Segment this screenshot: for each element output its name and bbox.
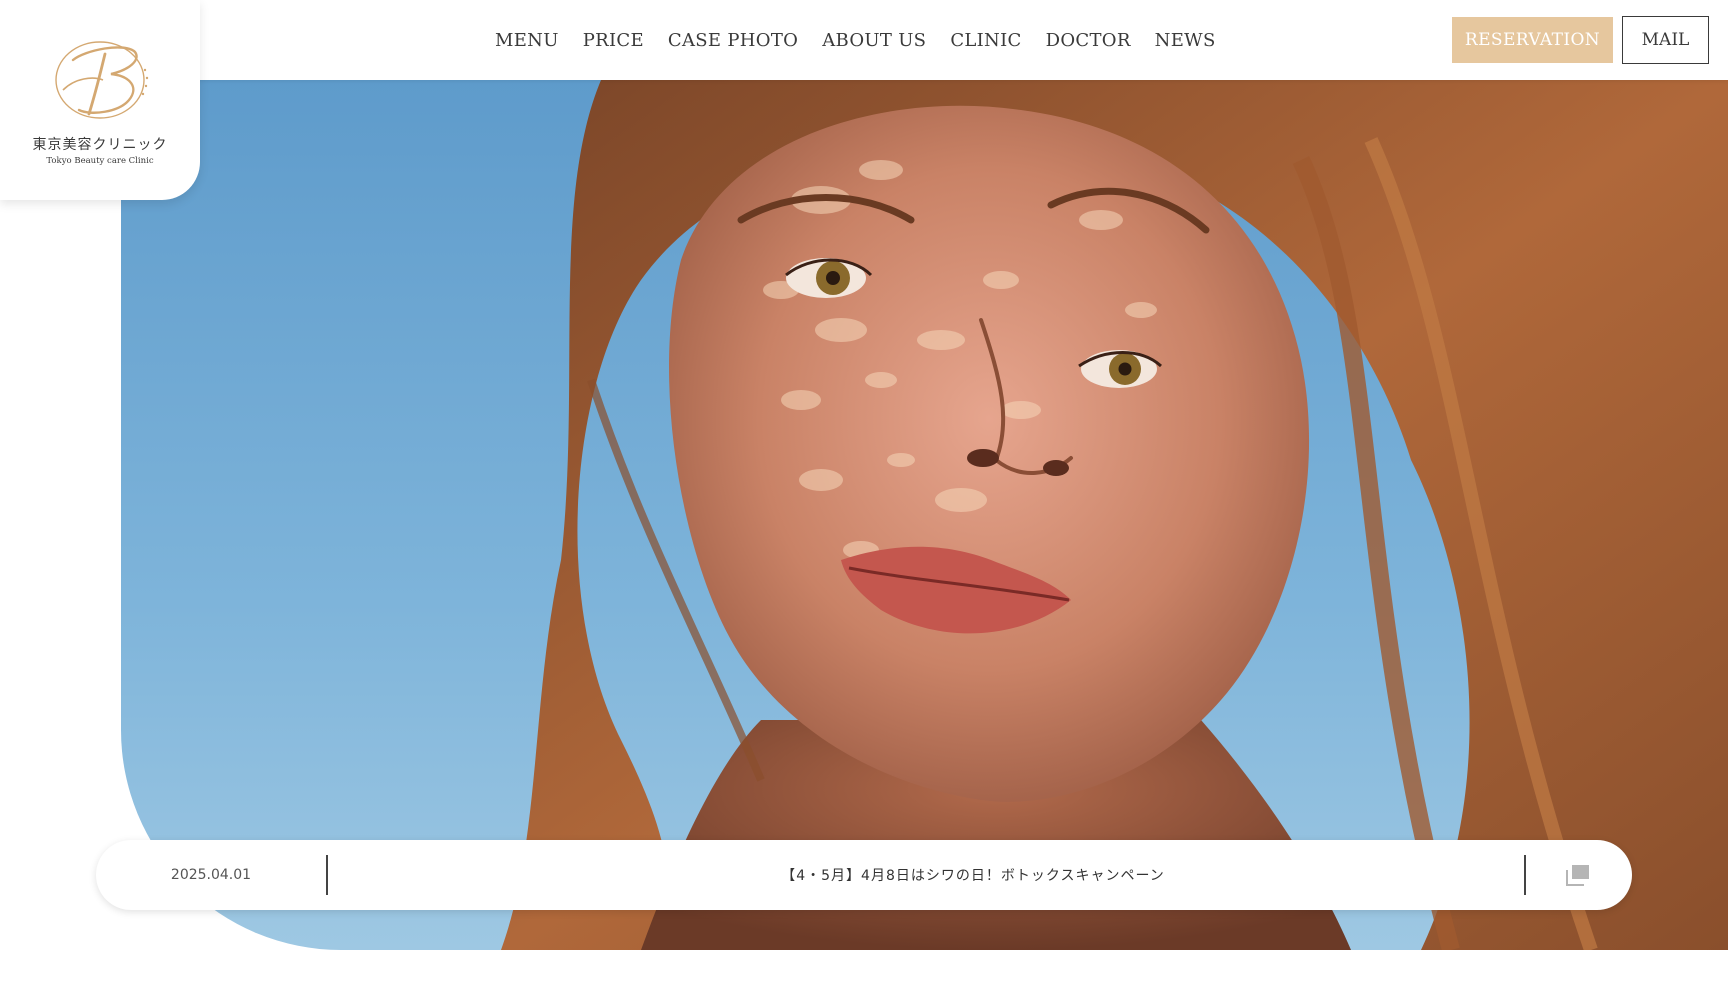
- page: MENU PRICE CASE PHOTO ABOUT US CLINIC DO…: [0, 0, 1728, 1000]
- logo-b-monogram-icon: [55, 41, 149, 119]
- nav-item-price[interactable]: PRICE: [583, 30, 644, 51]
- news-divider-right: [1524, 855, 1526, 895]
- logo-name-en: Tokyo Beauty care Clinic: [46, 156, 154, 166]
- site-logo[interactable]: 東京美容クリニック Tokyo Beauty care Clinic: [0, 0, 200, 200]
- copy-windows-icon[interactable]: [1566, 864, 1590, 886]
- mail-button[interactable]: MAIL: [1622, 16, 1709, 64]
- logo-name-jp: 東京美容クリニック: [32, 137, 168, 153]
- hero-image: [121, 80, 1728, 950]
- news-ticker[interactable]: 2025.04.01 【4・5月】4月8日はシワの日！ボトックスキャンペーン: [96, 840, 1632, 910]
- nav-item-about-us[interactable]: ABOUT US: [822, 30, 926, 51]
- news-date: 2025.04.01: [170, 867, 252, 883]
- nav-item-news[interactable]: NEWS: [1155, 30, 1216, 51]
- news-title[interactable]: 【4・5月】4月8日はシワの日！ボトックスキャンペーン: [328, 840, 1618, 910]
- nav-item-case-photo[interactable]: CASE PHOTO: [668, 30, 798, 51]
- nav-item-doctor[interactable]: DOCTOR: [1046, 30, 1131, 51]
- nav-list: MENU PRICE CASE PHOTO ABOUT US CLINIC DO…: [495, 0, 1216, 80]
- nav-item-clinic[interactable]: CLINIC: [950, 30, 1021, 51]
- site-header: MENU PRICE CASE PHOTO ABOUT US CLINIC DO…: [0, 0, 1728, 80]
- nav-item-menu[interactable]: MENU: [495, 30, 559, 51]
- reservation-button[interactable]: RESERVATION: [1452, 17, 1613, 63]
